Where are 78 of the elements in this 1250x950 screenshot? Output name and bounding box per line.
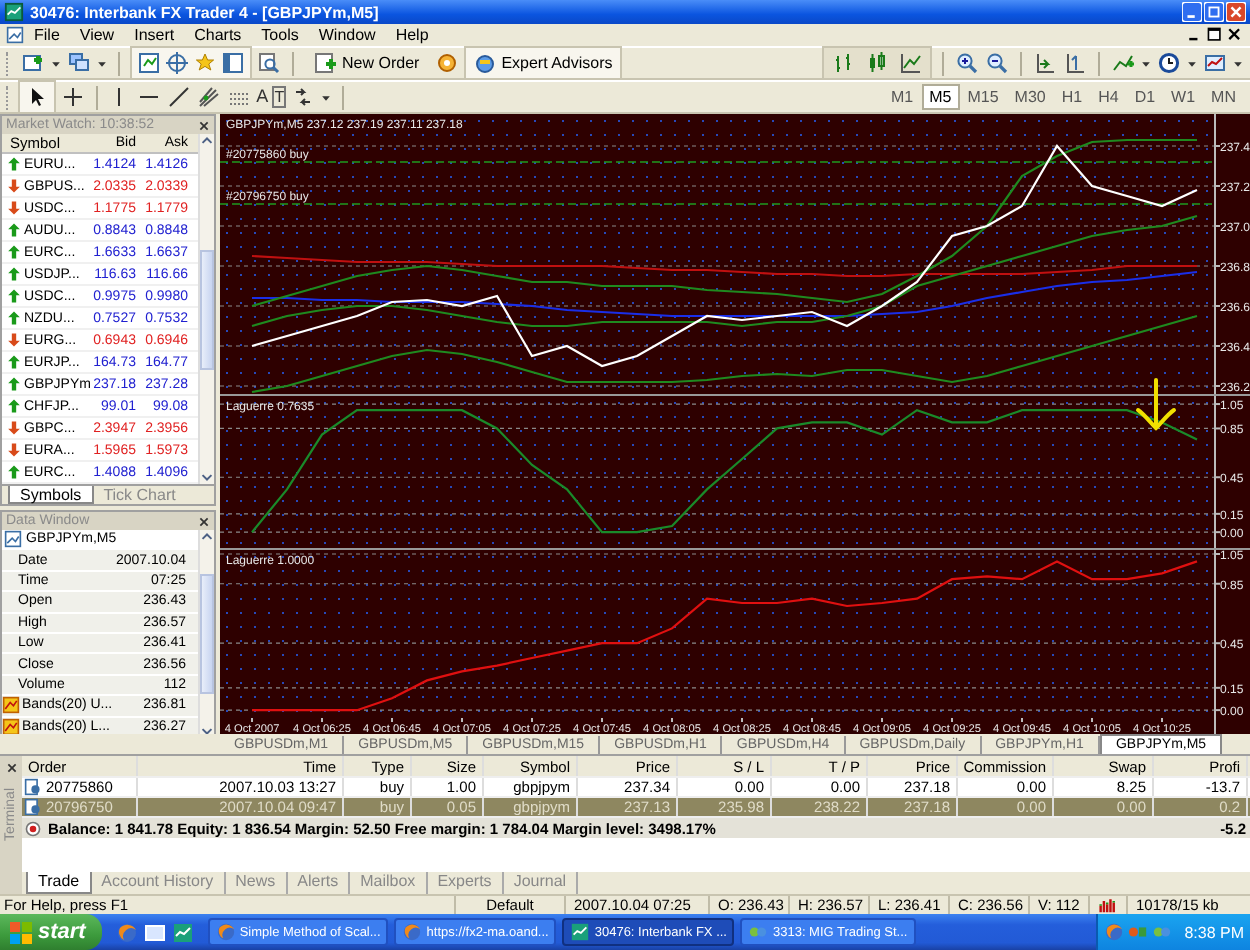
close-icon[interactable] [1226, 26, 1244, 44]
tab[interactable]: Trade [26, 872, 92, 894]
restore-icon[interactable] [1206, 26, 1224, 44]
menu-item[interactable]: Insert [124, 26, 185, 44]
indicator-icon [2, 717, 20, 736]
line-chart-icon[interactable] [900, 52, 922, 74]
tab[interactable]: Symbols [8, 486, 94, 504]
chat-icon [748, 922, 769, 942]
app-icon [4, 2, 24, 22]
scrollbar[interactable] [198, 530, 214, 738]
expert-advisors-button[interactable]: Expert Advisors [463, 46, 623, 80]
clock-icon[interactable] [1158, 52, 1180, 74]
template-icon[interactable] [1204, 52, 1226, 74]
clock-text: 8:38 PM [1184, 923, 1244, 941]
robot-icon [473, 52, 496, 74]
new-chart-icon[interactable] [22, 52, 44, 74]
crosshair-icon[interactable] [61, 86, 84, 108]
auto-scroll-icon[interactable] [1034, 52, 1056, 74]
windows-flag-icon [10, 921, 32, 943]
timeframe-button[interactable]: MN [1203, 84, 1244, 110]
timeframe-button[interactable]: H4 [1090, 84, 1127, 110]
timeframe-button[interactable]: M30 [1006, 84, 1054, 110]
scroll-up-icon[interactable] [200, 530, 214, 544]
timeframe-button[interactable]: M15 [959, 84, 1007, 110]
close-icon[interactable] [196, 117, 212, 133]
timeframe-button[interactable]: W1 [1163, 84, 1204, 110]
menu-item[interactable]: Tools [251, 26, 309, 44]
status-icon [24, 819, 42, 837]
caret-icon[interactable] [1186, 57, 1198, 69]
market-watch-icon[interactable] [138, 52, 160, 74]
caret-icon[interactable] [1232, 57, 1244, 69]
trendline-icon[interactable] [168, 86, 191, 108]
new-order-button[interactable]: New Order [304, 46, 430, 80]
ring-icon[interactable] [435, 52, 458, 74]
add-indicator-icon[interactable] [1112, 52, 1134, 74]
browser-icon [402, 922, 423, 942]
scroll-down-icon[interactable] [200, 470, 214, 484]
pitchfork-icon[interactable] [198, 86, 221, 108]
candlestick-icon[interactable] [866, 52, 888, 74]
maximize-icon[interactable] [1204, 2, 1224, 22]
crosshair-icon[interactable] [166, 52, 188, 74]
profiles-icon[interactable] [68, 52, 90, 74]
menu-item[interactable]: Charts [184, 26, 252, 44]
arrows-icon[interactable] [292, 86, 315, 108]
chart-icon [570, 922, 591, 942]
chart-shift-icon[interactable] [1064, 52, 1086, 74]
browser-icon [215, 922, 236, 942]
close-icon[interactable] [196, 513, 212, 529]
bar-chart-icon[interactable] [832, 52, 854, 74]
indicator-icon [2, 696, 20, 715]
window-icon[interactable] [222, 52, 244, 74]
caret-icon[interactable] [50, 57, 62, 69]
menu-item[interactable]: Help [385, 26, 439, 44]
label-tool[interactable]: T [272, 86, 287, 108]
caret-icon[interactable] [1140, 57, 1152, 69]
star-icon[interactable] [194, 52, 216, 74]
text-tool[interactable]: A [256, 86, 269, 108]
timeframe-button[interactable]: H1 [1053, 84, 1091, 110]
zoom-out-icon[interactable] [986, 52, 1008, 74]
caret-icon[interactable] [320, 91, 333, 103]
scrollbar[interactable] [198, 134, 214, 484]
timeframe-button[interactable]: D1 [1126, 84, 1164, 110]
order-icon [314, 52, 336, 74]
menu-item[interactable]: Window [308, 26, 386, 44]
timeframe-button[interactable]: M5 [921, 84, 960, 110]
timeframe-button[interactable]: M1 [882, 84, 922, 110]
window-title: 30476: Interbank FX Trader 4 - [GBPJPYm,M5] [30, 3, 379, 21]
app-icon[interactable] [171, 921, 194, 943]
menu-item[interactable]: File [24, 26, 70, 44]
menu-item[interactable]: View [69, 26, 125, 44]
close-icon[interactable] [3, 760, 19, 776]
arrow-drawing [1136, 378, 1176, 430]
connection-icon [1098, 896, 1118, 914]
zoom-in-icon[interactable] [956, 52, 978, 74]
scroll-up-icon[interactable] [200, 134, 214, 148]
desktop-icon[interactable] [143, 921, 166, 943]
search-icon[interactable] [258, 52, 280, 74]
caret-icon[interactable] [96, 57, 108, 69]
